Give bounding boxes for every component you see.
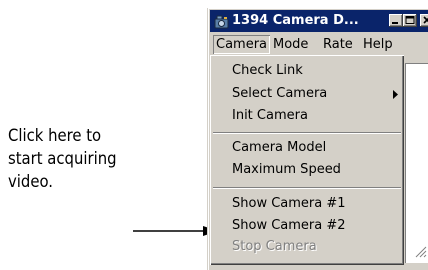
- camera-app-icon: [214, 15, 229, 29]
- menu-item-init-camera[interactable]: Init Camera: [232, 106, 308, 126]
- minimize-button[interactable]: [389, 14, 403, 27]
- menu-separator: [213, 132, 401, 134]
- menu-bar: Camera Mode Rate Help: [210, 35, 428, 54]
- callout-text: Click here to start acquiring video.: [8, 126, 117, 191]
- resize-grip-icon[interactable]: [413, 244, 427, 258]
- client-area: [405, 63, 428, 263]
- menu-item-check-link[interactable]: Check Link: [232, 61, 303, 81]
- menu-mode[interactable]: Mode: [270, 35, 311, 54]
- maximize-icon: [405, 16, 415, 24]
- window-title: 1394 Camera D...: [232, 13, 359, 28]
- menu-item-maximum-speed[interactable]: Maximum Speed: [232, 160, 341, 180]
- menu-item-show-camera-2[interactable]: Show Camera #2: [232, 216, 346, 236]
- callout-arrow: [133, 226, 218, 236]
- camera-menu-dropdown: Check Link Select Camera Init Camera Cam…: [210, 55, 404, 265]
- maximize-button[interactable]: [403, 14, 417, 27]
- submenu-arrow-icon: [393, 90, 398, 99]
- menu-item-show-camera-1[interactable]: Show Camera #1: [232, 194, 346, 214]
- title-bar[interactable]: 1394 Camera D...: [210, 10, 428, 32]
- menu-camera[interactable]: Camera: [213, 35, 270, 54]
- menu-rate[interactable]: Rate: [320, 35, 356, 54]
- close-button[interactable]: [420, 14, 428, 27]
- menu-separator: [213, 187, 401, 189]
- menu-item-camera-model[interactable]: Camera Model: [232, 138, 326, 158]
- menu-help[interactable]: Help: [360, 35, 396, 54]
- menu-item-stop-camera: Stop Camera: [232, 239, 317, 254]
- minimize-icon: [392, 22, 398, 24]
- close-icon: [423, 16, 428, 24]
- menu-item-select-camera[interactable]: Select Camera: [232, 84, 327, 104]
